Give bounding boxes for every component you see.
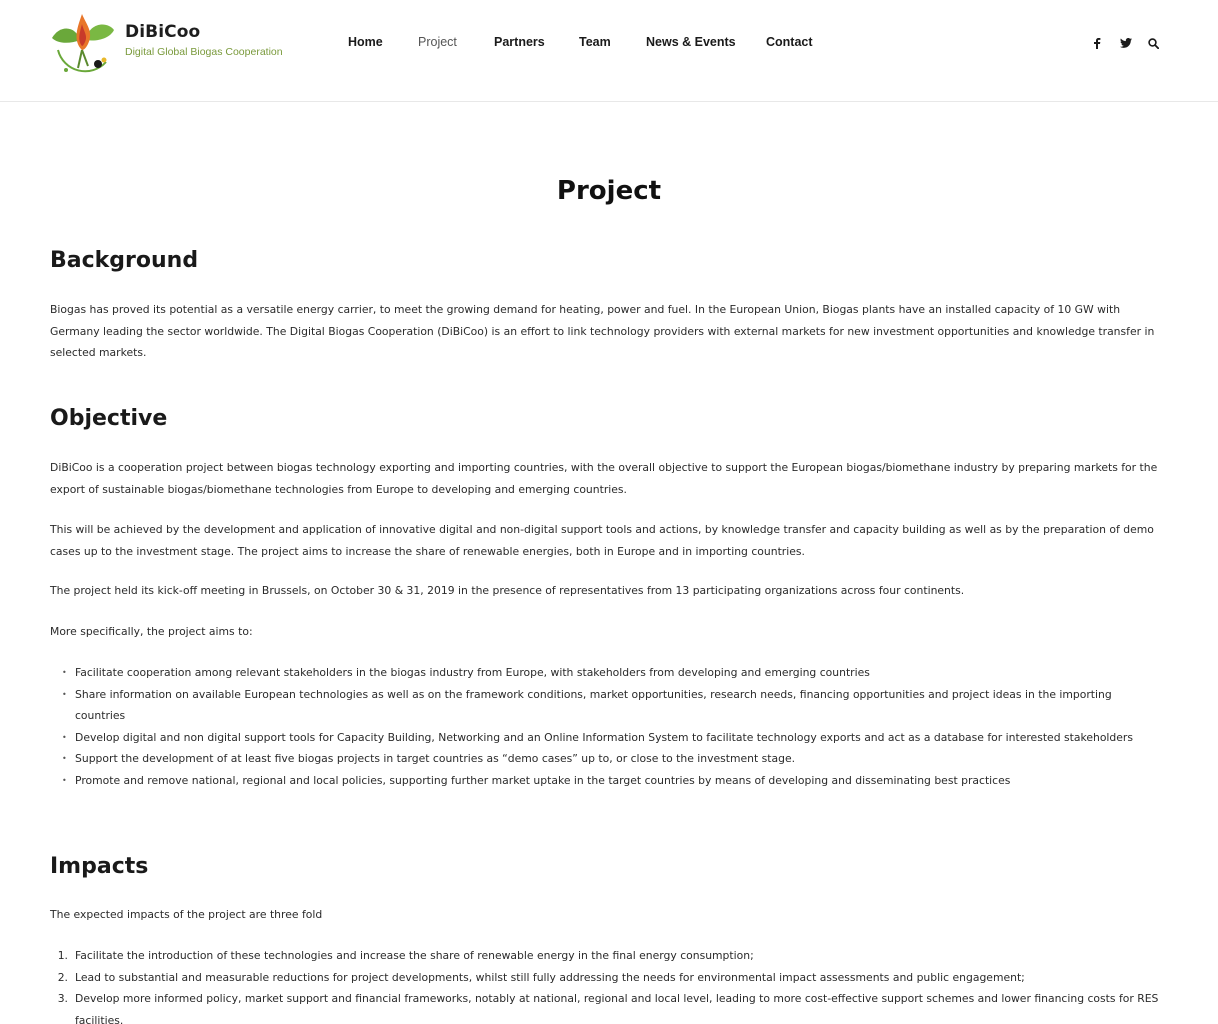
impact-text: Facilitate the introduction of these tec… bbox=[75, 949, 754, 962]
dibicoo-logo[interactable] bbox=[48, 10, 118, 78]
list-item: Share information on available European … bbox=[62, 684, 1162, 727]
impact-text: Develop more informed policy, market sup… bbox=[75, 992, 1159, 1024]
impacts-heading: Impacts bbox=[50, 854, 149, 879]
nav-item-team[interactable]: Team bbox=[579, 35, 611, 49]
objective-heading: Objective bbox=[50, 406, 168, 431]
list-item: 3. Develop more informed policy, market s… bbox=[50, 988, 1162, 1024]
nav-item-news-events[interactable]: News & Events bbox=[646, 35, 736, 49]
list-item: Promote and remove national, regional an… bbox=[62, 770, 1162, 792]
nav-item-project[interactable]: Project bbox=[418, 35, 457, 49]
brand-name[interactable]: DiBiCoo bbox=[125, 22, 283, 42]
search-icon[interactable] bbox=[1146, 36, 1160, 50]
list-item: 2. Lead to substantial and measurable red… bbox=[57, 970, 1025, 984]
nav-item-partners[interactable]: Partners bbox=[494, 35, 545, 49]
objective-paragraph-4: More specifically, the project aims to: bbox=[50, 625, 253, 638]
impacts-list: 1. Facilitate the introduction of these t… bbox=[50, 945, 1162, 1024]
background-heading: Background bbox=[50, 248, 199, 273]
brand[interactable]: DiBiCoo Digital Global Biogas Cooperatio… bbox=[125, 22, 283, 58]
list-item: 1. Facilitate the introduction of these t… bbox=[57, 949, 754, 962]
nav-item-home[interactable]: Home bbox=[348, 35, 383, 49]
nav-item-contact[interactable]: Contact bbox=[766, 35, 813, 49]
brand-tagline: Digital Global Biogas Cooperation bbox=[125, 46, 283, 58]
objective-paragraph-3: The project held its kick-off meeting in… bbox=[50, 584, 965, 597]
objective-paragraph-1: DiBiCoo is a cooperation project between… bbox=[50, 461, 1158, 496]
facebook-icon[interactable] bbox=[1090, 36, 1104, 50]
page-title: Project bbox=[556, 176, 662, 206]
list-item: Facilitate cooperation among relevant st… bbox=[62, 662, 1162, 684]
objective-paragraph-2: This will be achieved by the development… bbox=[50, 523, 1154, 558]
twitter-icon[interactable] bbox=[1119, 36, 1133, 50]
site-header: DiBiCoo Digital Global Biogas Cooperatio… bbox=[0, 0, 1218, 102]
background-text: Biogas has proved its potential as a ver… bbox=[50, 303, 1155, 359]
list-item: Support the development of at least five… bbox=[62, 748, 1162, 770]
impacts-intro: The expected impacts of the project are … bbox=[50, 908, 323, 921]
impact-text: Lead to substantial and measurable reduc… bbox=[75, 970, 1025, 984]
list-item: Develop digital and non digital support … bbox=[62, 727, 1162, 749]
aims-list: Facilitate cooperation among relevant st… bbox=[62, 662, 1162, 791]
